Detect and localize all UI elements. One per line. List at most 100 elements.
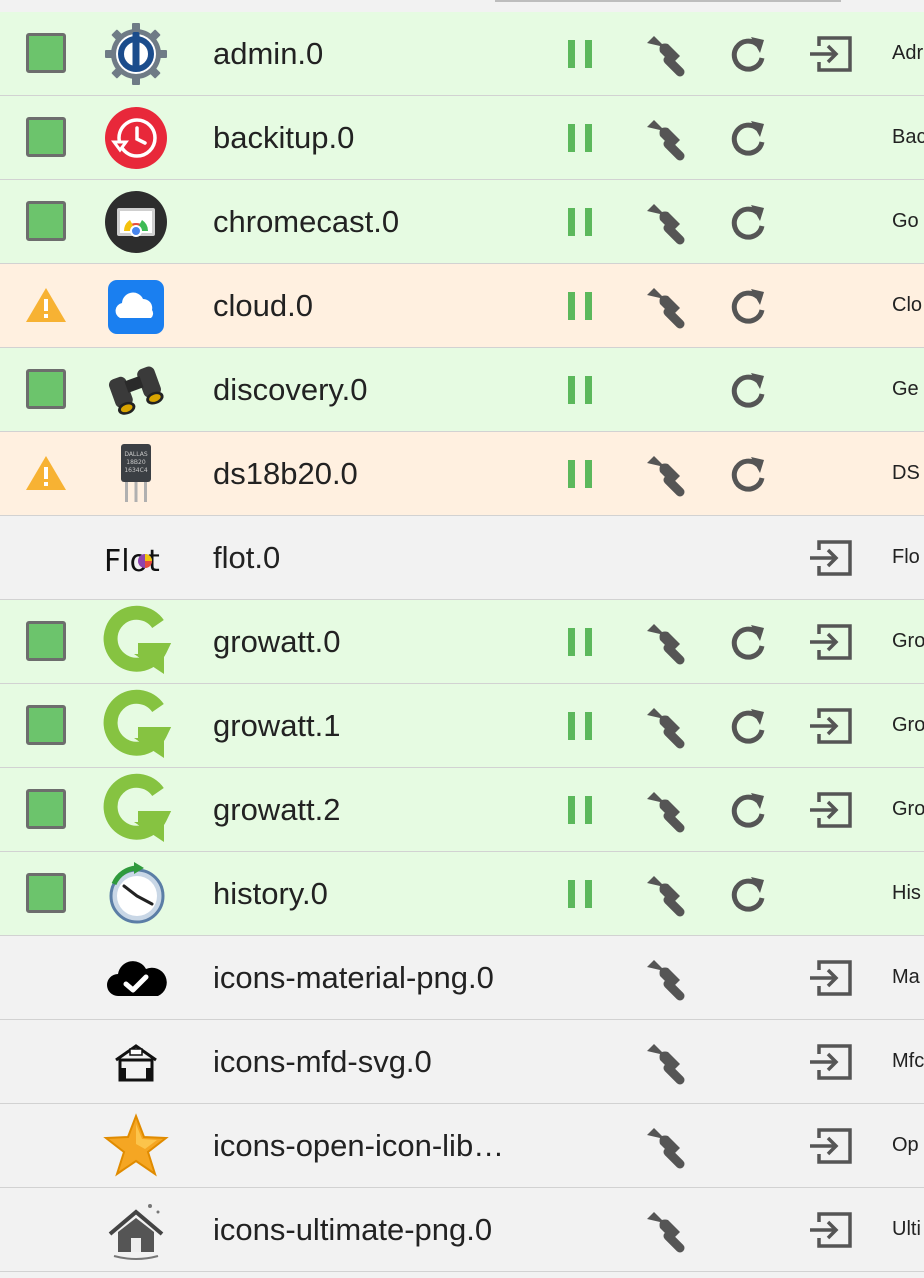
table-row: cloud.0 Clo xyxy=(0,264,924,348)
instance-name: flot.0 xyxy=(213,540,281,575)
instance-description: Bac xyxy=(892,126,924,148)
table-row: icons-open-icon-lib… Op xyxy=(0,1104,924,1188)
table-row: discovery.0 Ge xyxy=(0,348,924,432)
table-row: backitup.0 Bac xyxy=(0,96,924,180)
open-instance-icon[interactable] xyxy=(808,32,852,76)
open-instance-icon[interactable] xyxy=(808,956,852,1000)
status-running-indicator xyxy=(26,369,66,409)
instance-name: history.0 xyxy=(213,876,328,911)
wrench-icon[interactable] xyxy=(640,200,685,245)
reload-icon[interactable] xyxy=(726,284,770,328)
open-instance-icon[interactable] xyxy=(808,1040,852,1084)
backitup-logo-icon xyxy=(104,106,168,170)
instance-description: Flo xyxy=(892,546,920,568)
reload-icon[interactable] xyxy=(726,116,770,160)
status-running-indicator xyxy=(26,621,66,661)
wrench-icon[interactable] xyxy=(640,872,685,917)
instance-name: chromecast.0 xyxy=(213,204,400,239)
table-row: growatt.1 Gro xyxy=(0,684,924,768)
reload-icon[interactable] xyxy=(726,32,770,76)
open-instance-icon[interactable] xyxy=(808,788,852,832)
instance-name: growatt.0 xyxy=(213,624,341,659)
table-row: growatt.2 Gro xyxy=(0,768,924,852)
pause-icon[interactable] xyxy=(558,200,602,244)
table-row: icons-mfd-svg.0 Mfc xyxy=(0,1020,924,1104)
growatt-logo-icon xyxy=(103,605,172,674)
open-instance-icon[interactable] xyxy=(808,536,852,580)
instance-description: Ge xyxy=(892,378,919,400)
pause-icon[interactable] xyxy=(558,32,602,76)
pause-icon[interactable] xyxy=(558,452,602,496)
wrench-icon[interactable] xyxy=(640,1040,685,1085)
open-instance-icon[interactable] xyxy=(808,620,852,664)
instance-name: admin.0 xyxy=(213,36,324,71)
instance-name: backitup.0 xyxy=(213,120,355,155)
wrench-icon[interactable] xyxy=(640,788,685,833)
pause-icon[interactable] xyxy=(558,620,602,664)
status-running-indicator xyxy=(26,117,66,157)
wrench-icon[interactable] xyxy=(640,452,685,497)
svg-text:1634C4: 1634C4 xyxy=(124,467,147,474)
pause-icon[interactable] xyxy=(558,788,602,832)
sensor-chip-logo-icon: DALLAS 18B20 1634C4 xyxy=(104,442,168,506)
wrench-icon[interactable] xyxy=(640,284,685,329)
wrench-icon[interactable] xyxy=(640,116,685,161)
wrench-icon[interactable] xyxy=(640,1124,685,1169)
instance-name: cloud.0 xyxy=(213,288,313,323)
instance-description: Gro xyxy=(892,714,924,736)
wrench-icon[interactable] xyxy=(640,704,685,749)
table-row: DALLAS 18B20 1634C4 ds18b20.0 DS xyxy=(0,432,924,516)
instance-description: Adr xyxy=(892,42,924,64)
instance-description: Ulti xyxy=(892,1218,921,1240)
history-clock-logo-icon xyxy=(104,862,168,926)
star-logo-icon xyxy=(103,1113,169,1178)
status-running-indicator xyxy=(26,33,66,73)
instance-description: Ma xyxy=(892,966,920,988)
table-row: chromecast.0 Go xyxy=(0,180,924,264)
pause-icon[interactable] xyxy=(558,116,602,160)
instance-name: icons-open-icon-lib… xyxy=(213,1128,505,1163)
open-instance-icon[interactable] xyxy=(808,1208,852,1252)
table-row: icons-material-png.0 Ma xyxy=(0,936,924,1020)
reload-icon[interactable] xyxy=(726,200,770,244)
wrench-icon[interactable] xyxy=(640,1208,685,1253)
instance-name: discovery.0 xyxy=(213,372,368,407)
reload-icon[interactable] xyxy=(726,872,770,916)
warning-icon xyxy=(24,452,66,492)
pause-icon[interactable] xyxy=(558,368,602,412)
growatt-logo-icon xyxy=(103,773,172,842)
instance-name: growatt.1 xyxy=(213,708,341,743)
table-row: history.0 His xyxy=(0,852,924,936)
instance-description: Op xyxy=(892,1134,919,1156)
wrench-icon[interactable] xyxy=(640,956,685,1001)
cloud-logo-icon xyxy=(104,274,168,338)
top-scroll-indicator xyxy=(495,0,841,2)
instance-description: Gro xyxy=(892,798,924,820)
pause-icon[interactable] xyxy=(558,872,602,916)
status-running-indicator xyxy=(26,873,66,913)
wrench-icon[interactable] xyxy=(640,32,685,77)
reload-icon[interactable] xyxy=(726,452,770,496)
svg-text:DALLAS: DALLAS xyxy=(124,451,148,458)
instance-description: Go xyxy=(892,210,919,232)
table-row: icons-ultimate-png.0 Ulti xyxy=(0,1188,924,1272)
iobroker-admin-logo-icon xyxy=(104,22,168,86)
pause-icon[interactable] xyxy=(558,284,602,328)
house-logo-icon xyxy=(104,1030,168,1094)
instance-description: Mfc xyxy=(892,1050,924,1072)
adapter-instance-list: admin.0 Adr backitup.0 Bac chromecast.0 Go … xyxy=(0,12,924,1272)
open-instance-icon[interactable] xyxy=(808,1124,852,1168)
instance-description: Clo xyxy=(892,294,923,316)
reload-icon[interactable] xyxy=(726,788,770,832)
reload-icon[interactable] xyxy=(726,620,770,664)
reload-icon[interactable] xyxy=(726,368,770,412)
instance-description: Gro xyxy=(892,630,924,652)
reload-icon[interactable] xyxy=(726,704,770,748)
instance-description: DS xyxy=(892,462,920,484)
svg-text:18B20: 18B20 xyxy=(126,459,146,466)
chromecast-logo-icon xyxy=(104,190,168,254)
wrench-icon[interactable] xyxy=(640,620,685,665)
open-instance-icon[interactable] xyxy=(808,704,852,748)
pause-icon[interactable] xyxy=(558,704,602,748)
instance-name: icons-mfd-svg.0 xyxy=(213,1044,432,1079)
